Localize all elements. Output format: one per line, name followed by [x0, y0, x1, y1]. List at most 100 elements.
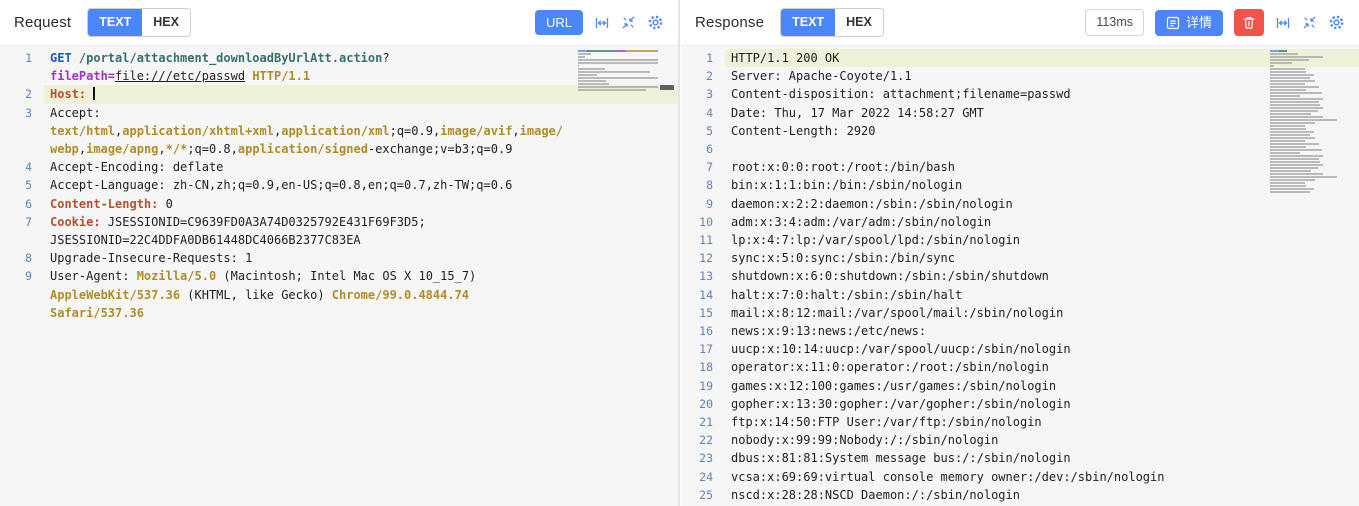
line-number: 9 [681, 195, 713, 213]
line-number: 7 [0, 213, 32, 249]
line-number: 20 [681, 395, 713, 413]
code-line: 13shutdown:x:6:0:shutdown:/sbin:/sbin/sh… [681, 267, 1359, 285]
line-number: 8 [0, 249, 32, 267]
line-number: 9 [0, 267, 32, 322]
line-number: 3 [0, 104, 32, 159]
tab-text[interactable]: TEXT [781, 9, 835, 36]
code-line: 24vcsa:x:69:69:virtual console memory ow… [681, 468, 1359, 486]
trash-icon [1242, 15, 1256, 30]
code-line: 8Upgrade-Insecure-Requests: 1 [0, 249, 678, 267]
settings-icon[interactable] [1328, 14, 1345, 31]
response-panel: Response TEXT HEX 113ms 详情 [681, 0, 1359, 506]
response-code: 1HTTP/1.1 200 OK2Server: Apache-Coyote/1… [681, 49, 1359, 504]
request-toolbar: URL [535, 10, 664, 35]
request-scrollbar-thumb[interactable] [660, 85, 674, 90]
code-line: 6Content-Length: 0 [0, 195, 678, 213]
line-number: 13 [681, 267, 713, 285]
code-line: 9User-Agent: Mozilla/5.0 (Macintosh; Int… [0, 267, 678, 322]
line-number: 4 [681, 104, 713, 122]
code-line: 20gopher:x:13:30:gopher:/var/gopher:/sbi… [681, 395, 1359, 413]
line-number: 19 [681, 377, 713, 395]
request-header: Request TEXT HEX URL [0, 0, 678, 45]
url-decode-button[interactable]: URL [535, 10, 583, 35]
code-line: 15mail:x:8:12:mail:/var/spool/mail:/sbin… [681, 304, 1359, 322]
delete-button[interactable] [1234, 9, 1264, 36]
code-line: 18operator:x:11:0:operator:/root:/sbin/n… [681, 358, 1359, 376]
line-number: 14 [681, 286, 713, 304]
details-button-label: 详情 [1186, 16, 1212, 29]
request-title: Request [14, 14, 71, 31]
line-number: 22 [681, 431, 713, 449]
details-button[interactable]: 详情 [1155, 10, 1223, 36]
line-number: 16 [681, 322, 713, 340]
line-number: 5 [681, 122, 713, 140]
line-number: 21 [681, 413, 713, 431]
line-number: 4 [0, 158, 32, 176]
code-line: 10adm:x:3:4:adm:/var/adm:/sbin/nologin [681, 213, 1359, 231]
response-title: Response [695, 14, 764, 31]
line-number: 17 [681, 340, 713, 358]
line-width-icon[interactable] [594, 15, 610, 31]
request-editor[interactable]: 1GET /portal/attachment_downloadByUrlAtt… [0, 45, 678, 506]
code-line: 11lp:x:4:7:lp:/var/spool/lpd:/sbin/nolog… [681, 231, 1359, 249]
response-minimap[interactable] [1270, 50, 1342, 194]
line-number: 8 [681, 176, 713, 194]
text-cursor [93, 87, 95, 100]
code-line: 17uucp:x:10:14:uucp:/var/spool/uucp:/sbi… [681, 340, 1359, 358]
code-line: 4Accept-Encoding: deflate [0, 158, 678, 176]
line-number: 6 [0, 195, 32, 213]
response-editor[interactable]: 1HTTP/1.1 200 OK2Server: Apache-Coyote/1… [681, 45, 1359, 506]
code-line: 3Content-disposition: attachment;filenam… [681, 85, 1359, 103]
response-header: Response TEXT HEX 113ms 详情 [681, 0, 1359, 45]
line-number: 2 [681, 67, 713, 85]
code-line: 9daemon:x:2:2:daemon:/sbin:/sbin/nologin [681, 195, 1359, 213]
line-number: 15 [681, 304, 713, 322]
tab-hex[interactable]: HEX [835, 9, 883, 36]
code-line: 2Server: Apache-Coyote/1.1 [681, 67, 1359, 85]
line-number: 10 [681, 213, 713, 231]
line-number: 7 [681, 158, 713, 176]
code-line: 6 [681, 140, 1359, 158]
code-line: 2Host: [0, 85, 678, 103]
tab-hex[interactable]: HEX [142, 9, 190, 36]
code-line: 22nobody:x:99:99:Nobody:/:/sbin/nologin [681, 431, 1359, 449]
line-number: 1 [0, 49, 32, 85]
line-number: 2 [0, 85, 32, 103]
http-inspector: Request TEXT HEX URL 1GET /portal/attach… [0, 0, 1359, 506]
code-line: 14halt:x:7:0:halt:/sbin:/sbin/halt [681, 286, 1359, 304]
code-line: 5Accept-Language: zh-CN,zh;q=0.9,en-US;q… [0, 176, 678, 194]
line-number: 3 [681, 85, 713, 103]
response-time-badge: 113ms [1085, 9, 1144, 36]
line-number: 25 [681, 486, 713, 504]
code-line: 4Date: Thu, 17 Mar 2022 14:58:27 GMT [681, 104, 1359, 122]
line-number: 12 [681, 249, 713, 267]
line-number: 5 [0, 176, 32, 194]
code-line: 1HTTP/1.1 200 OK [681, 49, 1359, 67]
code-line: 16news:x:9:13:news:/etc/news: [681, 322, 1359, 340]
line-number: 23 [681, 449, 713, 467]
line-number: 6 [681, 140, 713, 158]
line-width-icon[interactable] [1275, 15, 1291, 31]
code-line: 23dbus:x:81:81:System message bus:/:/sbi… [681, 449, 1359, 467]
code-line: 7root:x:0:0:root:/root:/bin/bash [681, 158, 1359, 176]
line-number: 11 [681, 231, 713, 249]
tab-text[interactable]: TEXT [88, 9, 142, 36]
line-number: 1 [681, 49, 713, 67]
settings-icon[interactable] [647, 14, 664, 31]
response-view-tabs: TEXT HEX [780, 8, 884, 37]
code-line: 19games:x:12:100:games:/usr/games:/sbin/… [681, 377, 1359, 395]
code-line: 7Cookie: JSESSIONID=C9639FD0A3A74D032579… [0, 213, 678, 249]
code-line: 21ftp:x:14:50:FTP User:/var/ftp:/sbin/no… [681, 413, 1359, 431]
fit-screen-icon[interactable] [1302, 15, 1317, 30]
line-number: 24 [681, 468, 713, 486]
request-view-tabs: TEXT HEX [87, 8, 191, 37]
request-code: 1GET /portal/attachment_downloadByUrlAtt… [0, 49, 678, 322]
request-minimap[interactable] [578, 50, 662, 92]
details-icon [1166, 16, 1180, 30]
code-line: 3Accept: text/html,application/xhtml+xml… [0, 104, 678, 159]
request-panel: Request TEXT HEX URL 1GET /portal/attach… [0, 0, 678, 506]
fit-screen-icon[interactable] [621, 15, 636, 30]
code-line: 25nscd:x:28:28:NSCD Daemon:/:/sbin/nolog… [681, 486, 1359, 504]
response-toolbar: 113ms 详情 [1085, 9, 1345, 36]
code-line: 8bin:x:1:1:bin:/bin:/sbin/nologin [681, 176, 1359, 194]
